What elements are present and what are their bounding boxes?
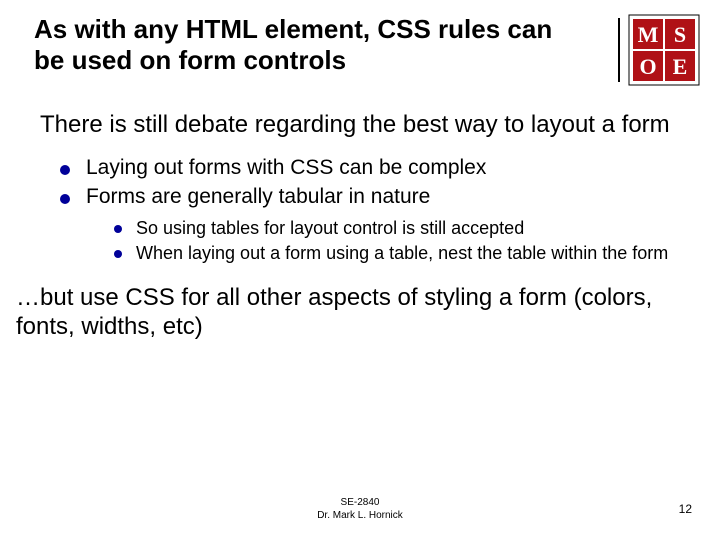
list-item-text: Laying out forms with CSS can be complex (86, 156, 486, 179)
svg-text:O: O (639, 54, 656, 79)
list-item: When laying out a form using a table, ne… (114, 242, 688, 265)
lead-text: There is still debate regarding the best… (40, 110, 688, 139)
slide-body: There is still debate regarding the best… (40, 110, 688, 342)
footer-center: SE-2840 Dr. Mark L. Hornick (0, 497, 720, 522)
list-item: So using tables for layout control is st… (114, 217, 688, 240)
list-item-text: So using tables for layout control is st… (136, 218, 524, 238)
footer-author: Dr. Mark L. Hornick (0, 510, 720, 523)
page-number: 12 (679, 502, 692, 516)
list-item-text: Forms are generally tabular in nature (86, 185, 430, 208)
footer-course: SE-2840 (0, 497, 720, 510)
closing-text: …but use CSS for all other aspects of st… (16, 283, 688, 342)
slide-title: As with any HTML element, CSS rules can … (34, 14, 574, 75)
slide: As with any HTML element, CSS rules can … (0, 0, 720, 540)
logo-divider (618, 18, 620, 82)
msoe-logo: M S O E (628, 14, 700, 86)
list-item: Forms are generally tabular in nature So… (60, 184, 688, 265)
svg-text:S: S (674, 22, 686, 47)
bullet-list-level1: Laying out forms with CSS can be complex… (60, 155, 688, 265)
svg-text:M: M (638, 22, 659, 47)
bullet-list-level2: So using tables for layout control is st… (114, 217, 688, 265)
list-item-text: When laying out a form using a table, ne… (136, 243, 668, 263)
list-item: Laying out forms with CSS can be complex (60, 155, 688, 182)
svg-text:E: E (673, 54, 688, 79)
